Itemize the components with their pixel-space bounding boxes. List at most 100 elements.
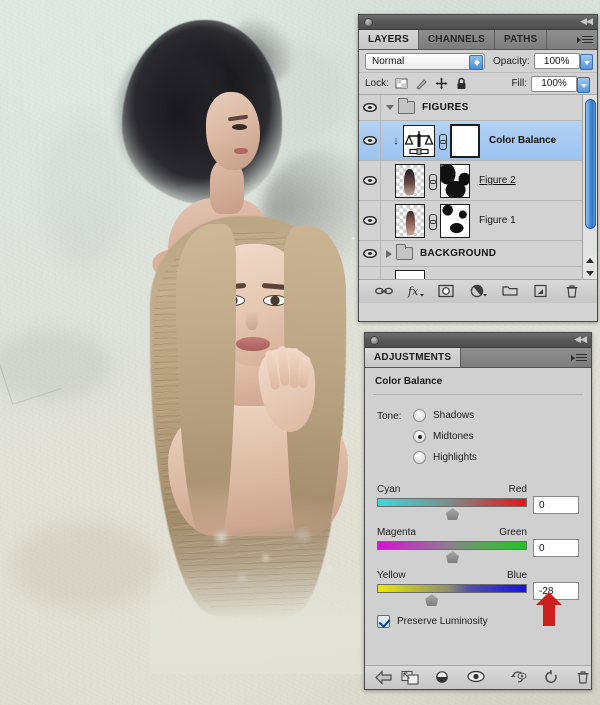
radio-shadows[interactable] [413,409,426,422]
layer-visibility-toggle[interactable] [359,267,381,279]
fx-icon[interactable]: fx [407,284,424,299]
folder-icon[interactable] [502,284,518,299]
layer-content[interactable]: ↓ Color Balance [381,121,597,160]
preserve-luminosity-checkbox[interactable] [377,615,390,628]
expand-view-icon[interactable] [401,670,419,685]
adjustments-panel-tab-strip[interactable]: ADJUSTMENTS [365,348,591,368]
tone-option-midtones[interactable]: Midtones [413,430,477,443]
tone-option-highlights[interactable]: Highlights [413,451,477,464]
eye-icon[interactable] [362,176,377,185]
magenta-green-value-field[interactable]: 0 [533,539,579,557]
lock-icon-group[interactable] [395,77,468,90]
layer-visibility-toggle[interactable] [359,121,381,160]
adjustments-panel[interactable]: ◀◀ ADJUSTMENTS Color Balance Tone: Shado… [364,332,592,690]
scroll-up-arrow-icon[interactable] [583,254,596,266]
layer-thumbnail[interactable] [395,163,425,198]
eye-icon[interactable] [362,103,377,112]
opacity-input[interactable]: 100% [533,53,593,70]
scroll-down-arrow-icon[interactable] [583,267,596,279]
lock-transparency-icon[interactable] [395,77,408,90]
layer-mask-thumbnail[interactable] [450,123,480,158]
eye-icon[interactable] [362,216,377,225]
chevron-right-icon[interactable] [386,249,392,258]
tone-radio-group[interactable]: Shadows Midtones Highlights [413,409,477,464]
panel-menu-icon[interactable] [571,352,587,364]
adjustments-panel-footer[interactable] [365,665,591,689]
slider-cyan-red[interactable]: Cyan Red 0 [377,484,579,520]
mask-icon[interactable] [438,284,454,299]
layer-row-figures-group[interactable]: FIGURES [359,95,597,121]
clip-to-layer-icon[interactable] [434,670,450,685]
lock-all-icon[interactable] [455,77,468,90]
layer-visibility-toggle[interactable] [359,201,381,240]
slider-magenta-green[interactable]: Magenta Green 0 [377,527,579,563]
reset-circular-arrow-icon[interactable] [543,670,559,685]
layers-panel-footer[interactable]: fx [359,280,597,303]
slider-track[interactable] [377,584,527,606]
slider-knob[interactable] [446,551,459,563]
adjustments-panel-title-bar[interactable]: ◀◀ [365,333,591,348]
slider-track[interactable] [377,498,527,520]
layer-row-figure-2[interactable]: Figure 2 [359,161,597,201]
layer-content[interactable]: Background [381,267,597,279]
lock-image-pixels-icon[interactable] [415,77,428,90]
tab-layers[interactable]: LAYERS [359,30,419,49]
eye-icon[interactable] [362,136,377,145]
collapse-double-chevron-icon[interactable]: ◀◀ [574,335,587,346]
link-icon[interactable] [428,213,437,230]
layer-visibility-toggle[interactable] [359,241,381,266]
link-icon[interactable] [438,133,447,150]
layer-content[interactable]: FIGURES [381,95,597,120]
blend-mode-stepper-icon[interactable] [469,54,483,70]
layer-row-color-balance[interactable]: ↓ Color Balance [359,121,597,161]
fill-input[interactable]: 100% [531,75,590,93]
new-layer-icon[interactable] [533,284,549,299]
collapse-double-chevron-icon[interactable]: ◀◀ [580,17,593,28]
layer-list-scrollbar[interactable] [582,95,597,279]
layer-thumbnail[interactable] [395,203,425,238]
back-arrow-icon[interactable] [375,670,392,685]
tab-adjustments[interactable]: ADJUSTMENTS [365,348,462,367]
close-dot-icon[interactable] [370,336,379,345]
link-icon[interactable] [374,284,393,299]
layer-list[interactable]: FIGURES ↓ Color Balance Figure 2 Figure … [359,95,597,280]
layer-content[interactable]: BACKGROUND [381,241,597,266]
trash-icon[interactable] [565,284,581,299]
chevron-down-icon[interactable] [386,105,394,110]
half-circle-icon[interactable] [470,284,487,299]
slider-track[interactable] [377,541,527,563]
slider-knob[interactable] [425,594,439,606]
eye-icon[interactable] [467,670,485,685]
layers-panel[interactable]: ◀◀ LAYERS CHANNELS PATHS Normal Opacity:… [358,14,598,322]
fill-dropdown-arrow-icon[interactable] [577,76,590,93]
layer-content[interactable]: Figure 1 [381,201,597,240]
eye-icon[interactable] [362,249,377,258]
link-icon[interactable] [428,173,437,190]
tab-paths[interactable]: PATHS [495,30,548,49]
adjustment-layer-thumbnail[interactable] [403,124,435,157]
blend-mode-select[interactable]: Normal [365,52,485,70]
close-dot-icon[interactable] [364,18,373,27]
opacity-dropdown-arrow-icon[interactable] [579,54,593,70]
scrollbar-thumb[interactable] [585,99,596,229]
slider-yellow-blue[interactable]: Yellow Blue -28 [377,570,579,606]
layer-content[interactable]: Figure 2 [381,161,597,200]
layer-mask-thumbnail[interactable] [440,163,470,198]
layer-mask-thumbnail[interactable] [440,203,470,238]
layers-panel-title-bar[interactable]: ◀◀ [359,15,597,30]
layer-row-background-group[interactable]: BACKGROUND [359,241,597,267]
panel-menu-icon[interactable] [577,34,593,46]
lock-position-icon[interactable] [435,77,448,90]
tab-channels[interactable]: CHANNELS [419,30,496,49]
radio-highlights[interactable] [413,451,426,464]
tone-option-shadows[interactable]: Shadows [413,409,477,422]
view-previous-state-icon[interactable] [510,670,527,685]
cyan-red-value-field[interactable]: 0 [533,496,579,514]
trash-icon[interactable] [576,670,590,685]
radio-midtones[interactable] [413,430,426,443]
layer-row-background[interactable]: Background [359,267,597,279]
layer-thumbnail[interactable] [395,269,425,279]
layer-visibility-toggle[interactable] [359,161,381,200]
layer-visibility-toggle[interactable] [359,95,381,120]
layer-row-figure-1[interactable]: Figure 1 [359,201,597,241]
